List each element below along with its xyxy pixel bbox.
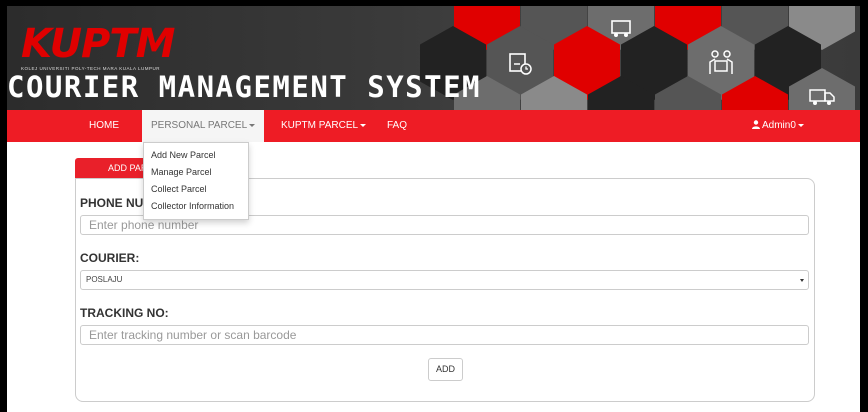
- delivery-truck-icon: [809, 89, 835, 106]
- add-button[interactable]: ADD: [428, 358, 463, 381]
- courier-label: COURIER:: [80, 251, 140, 265]
- menu-item-add-new-parcel[interactable]: Add New Parcel: [144, 147, 248, 164]
- caret-down-icon: [797, 123, 804, 127]
- courier-value: POSLAJU: [86, 275, 123, 284]
- app-window: KUPTM KOLEJ UNIVERSITI POLY-TECH MARA KU…: [7, 6, 860, 412]
- personal-parcel-dropdown: Add New Parcel Manage Parcel Collect Par…: [143, 142, 249, 220]
- tracking-placeholder: Enter tracking number or scan barcode: [89, 328, 297, 342]
- tracking-label: TRACKING NO:: [80, 306, 169, 320]
- logo-wordmark: KUPTM: [21, 21, 175, 67]
- nav-faq-label: FAQ: [387, 120, 408, 131]
- user-icon: [752, 120, 760, 129]
- user-name: Admin0: [762, 120, 796, 131]
- nav-home[interactable]: HOME: [89, 110, 119, 142]
- kuptm-logo: KUPTM KOLEJ UNIVERSITI POLY-TECH MARA KU…: [21, 24, 211, 72]
- menu-item-collect-parcel[interactable]: Collect Parcel: [144, 181, 248, 198]
- nav-faq[interactable]: FAQ: [387, 110, 407, 142]
- nav-home-label: HOME: [89, 120, 119, 131]
- system-title: COURIER MANAGEMENT SYSTEM: [7, 70, 481, 104]
- chevron-down-icon: [800, 279, 804, 282]
- main-navbar: HOME PERSONAL PARCEL KUPTM PARCEL FAQ Ad…: [7, 110, 860, 142]
- header-banner: KUPTM KOLEJ UNIVERSITI POLY-TECH MARA KU…: [7, 6, 860, 110]
- nav-user-menu[interactable]: Admin0: [752, 110, 804, 142]
- nav-kuptm-parcel[interactable]: KUPTM PARCEL: [281, 110, 367, 142]
- tracking-input[interactable]: Enter tracking number or scan barcode: [80, 325, 809, 345]
- nav-personal-parcel[interactable]: PERSONAL PARCEL: [142, 110, 265, 142]
- people-with-parcel-icon: [709, 50, 733, 74]
- nav-kuptm-parcel-label: KUPTM PARCEL: [281, 120, 359, 131]
- menu-item-manage-parcel[interactable]: Manage Parcel: [144, 164, 248, 181]
- nav-personal-parcel-label: PERSONAL PARCEL: [151, 120, 248, 131]
- menu-item-collector-information[interactable]: Collector Information: [144, 198, 248, 215]
- parcel-clock-icon: [509, 53, 532, 75]
- courier-select[interactable]: POSLAJU: [80, 270, 809, 290]
- caret-down-icon: [360, 123, 367, 127]
- caret-down-icon: [249, 123, 256, 127]
